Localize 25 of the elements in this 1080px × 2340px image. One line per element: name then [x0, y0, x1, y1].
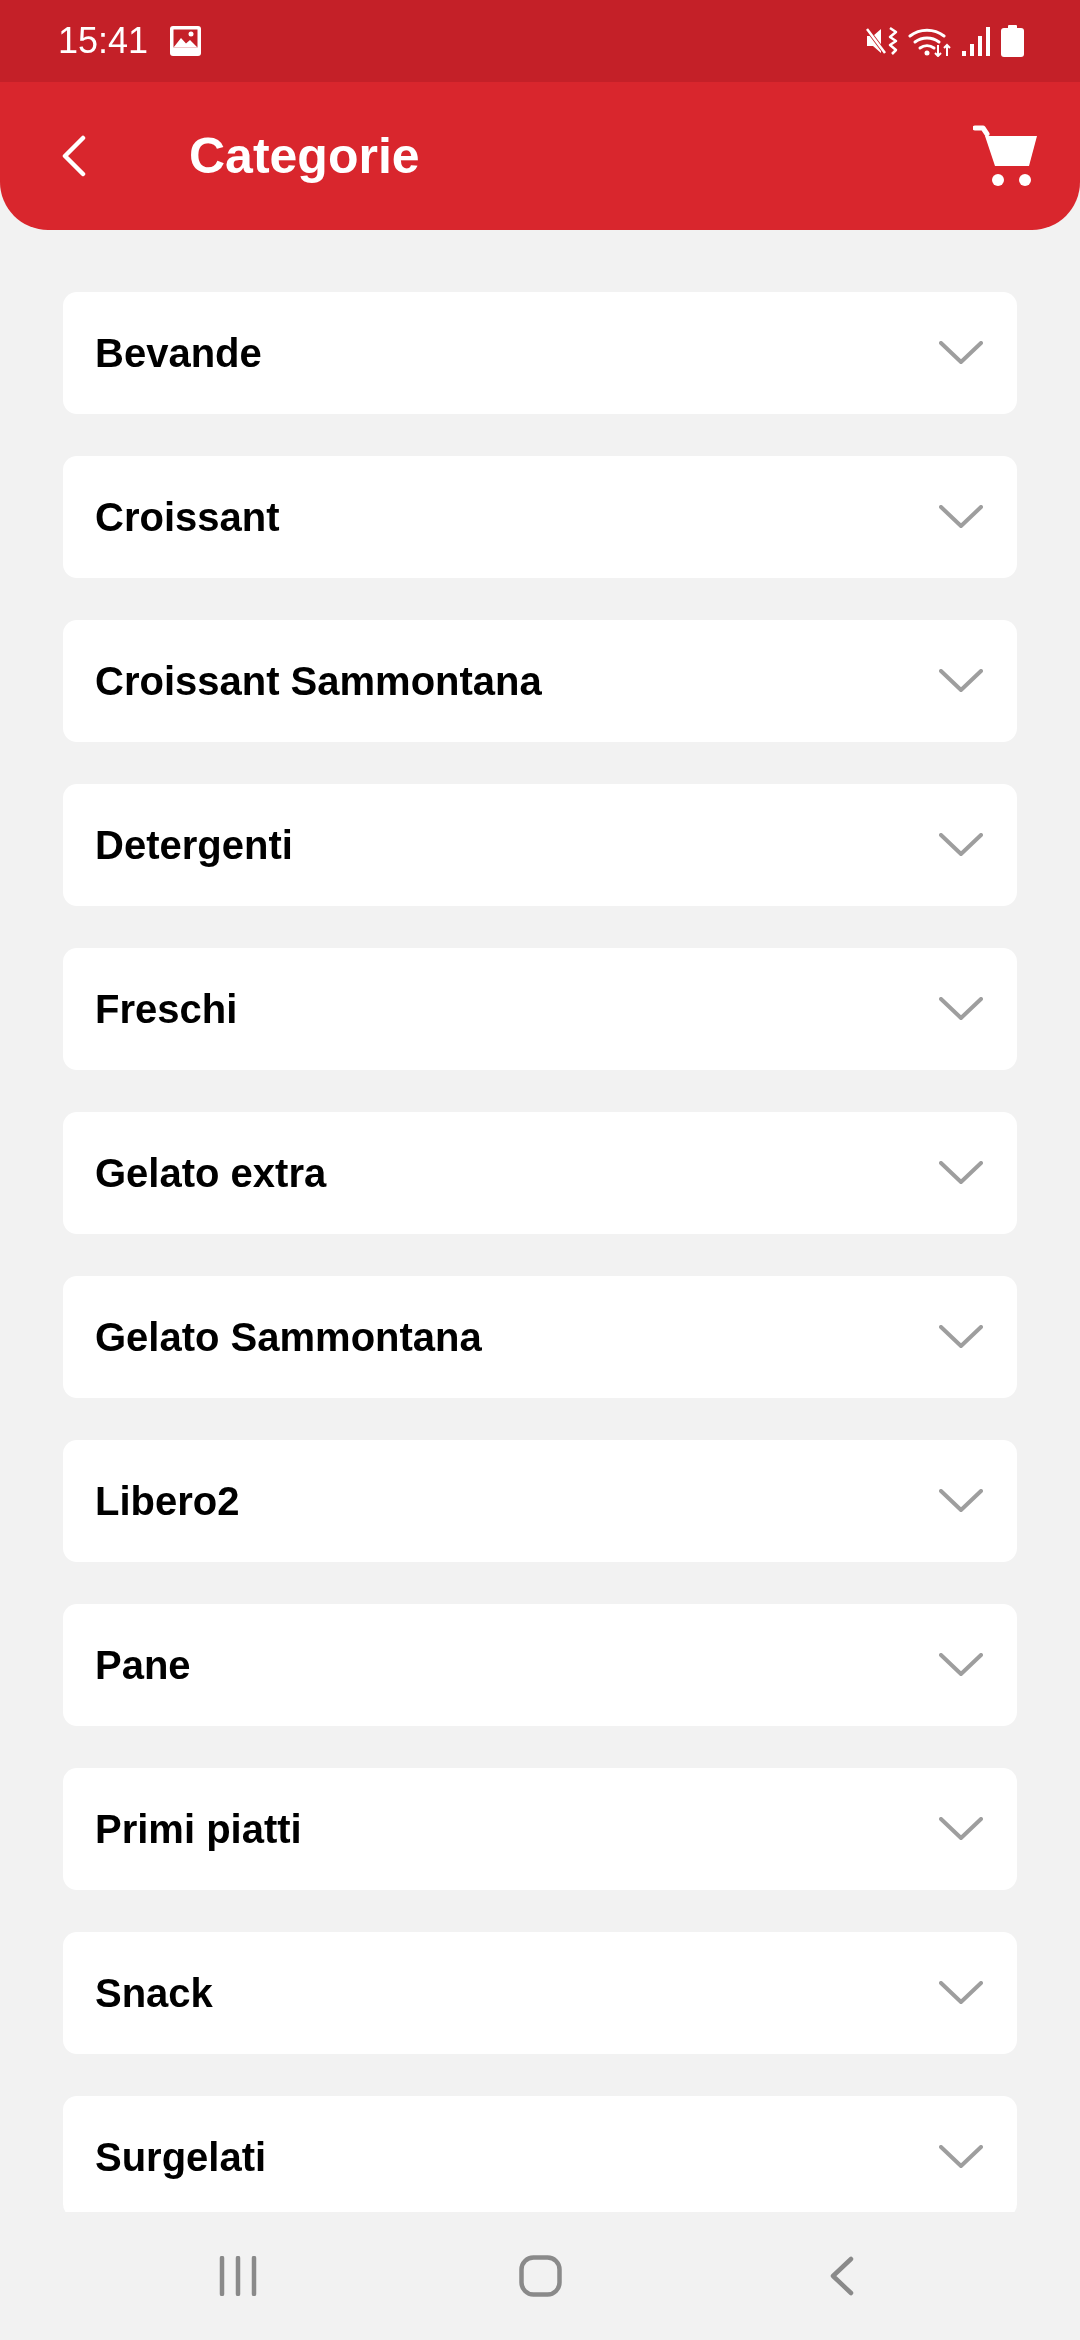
category-item[interactable]: Primi piatti: [63, 1768, 1017, 1890]
cart-icon: [973, 124, 1039, 188]
category-item[interactable]: Snack: [63, 1932, 1017, 2054]
signal-icon: [962, 26, 991, 56]
category-item[interactable]: Libero2: [63, 1440, 1017, 1562]
category-item[interactable]: Gelato Sammontana: [63, 1276, 1017, 1398]
chevron-left-icon: [61, 135, 87, 177]
back-button[interactable]: [61, 134, 87, 178]
category-item[interactable]: Pane: [63, 1604, 1017, 1726]
status-time: 15:41: [58, 23, 149, 59]
image-icon: [170, 26, 202, 56]
page-title: Categorie: [189, 131, 420, 181]
mute-vibrate-icon: [865, 26, 898, 56]
battery-icon: [1001, 25, 1024, 57]
category-item[interactable]: Detergenti: [63, 784, 1017, 906]
category-item[interactable]: Gelato extra: [63, 1112, 1017, 1234]
category-item[interactable]: Croissant Sammontana: [63, 620, 1017, 742]
category-item[interactable]: Croissant: [63, 456, 1017, 578]
rounded-square-icon: [518, 2255, 562, 2297]
chevron-left-icon: [829, 2256, 855, 2296]
category-item[interactable]: Freschi: [63, 948, 1017, 1070]
category-item[interactable]: Bevande: [63, 292, 1017, 414]
cart-button[interactable]: [973, 124, 1039, 188]
category-item[interactable]: Surgelati: [63, 2096, 1017, 2212]
three-bars-icon: [219, 2256, 257, 2296]
